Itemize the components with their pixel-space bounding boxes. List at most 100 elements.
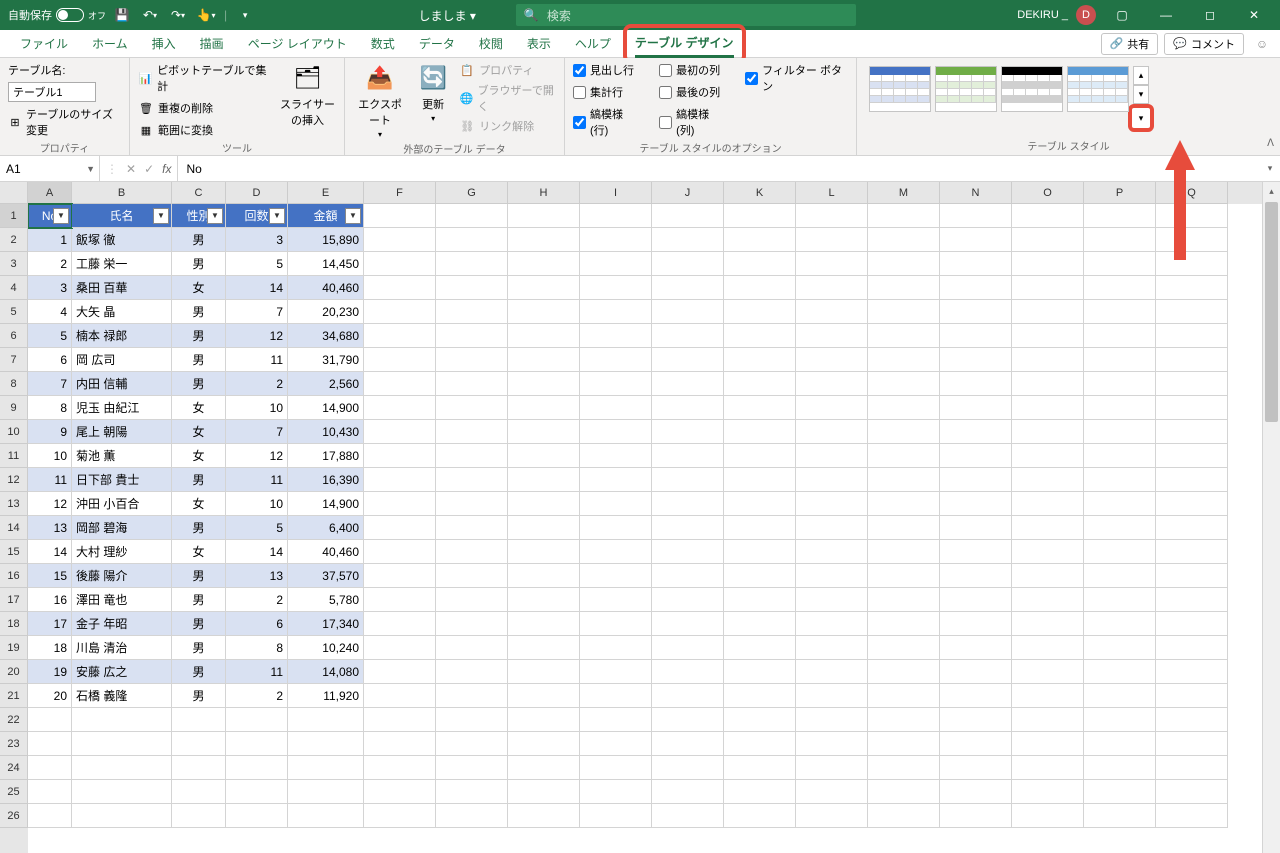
data-cell[interactable]: 6,400 [288,516,364,540]
empty-cell[interactable] [436,396,508,420]
formula-input[interactable]: No [178,156,1260,181]
data-cell[interactable]: 40,460 [288,276,364,300]
empty-cell[interactable] [796,612,868,636]
empty-cell[interactable] [940,492,1012,516]
column-header[interactable]: A [28,182,72,204]
data-cell[interactable]: 女 [172,444,226,468]
data-cell[interactable]: 女 [172,420,226,444]
data-cell[interactable]: 男 [172,588,226,612]
empty-cell[interactable] [940,204,1012,228]
empty-cell[interactable] [1156,324,1228,348]
empty-cell[interactable] [1084,636,1156,660]
empty-cell[interactable] [796,252,868,276]
empty-cell[interactable] [1012,468,1084,492]
data-cell[interactable]: 岡部 碧海 [72,516,172,540]
empty-cell[interactable] [724,684,796,708]
empty-cell[interactable] [1084,612,1156,636]
empty-cell[interactable] [1084,684,1156,708]
empty-cell[interactable] [652,732,724,756]
empty-cell[interactable] [724,204,796,228]
empty-cell[interactable] [1012,708,1084,732]
empty-cell[interactable] [436,276,508,300]
empty-cell[interactable] [436,492,508,516]
data-cell[interactable]: 2 [226,684,288,708]
empty-cell[interactable] [1012,732,1084,756]
empty-cell[interactable] [868,516,940,540]
filter-dropdown-icon[interactable]: ▼ [345,208,361,224]
empty-cell[interactable] [652,420,724,444]
empty-cell[interactable] [1012,780,1084,804]
empty-cell[interactable] [364,612,436,636]
empty-cell[interactable] [940,420,1012,444]
table-style-option[interactable] [1067,66,1129,112]
empty-cell[interactable] [508,492,580,516]
empty-cell[interactable] [364,324,436,348]
empty-cell[interactable] [364,396,436,420]
empty-cell[interactable] [724,636,796,660]
empty-cell[interactable] [508,612,580,636]
empty-cell[interactable] [1012,492,1084,516]
data-cell[interactable]: 男 [172,612,226,636]
empty-cell[interactable] [508,420,580,444]
empty-cell[interactable] [652,468,724,492]
cells-area[interactable]: No▼氏名▼性別▼回数▼金額▼1飯塚 徹男315,8902工藤 栄一男514,4… [28,204,1262,828]
empty-cell[interactable] [364,300,436,324]
data-cell[interactable]: 5 [226,252,288,276]
row-header[interactable]: 17 [0,588,28,612]
data-cell[interactable]: 男 [172,252,226,276]
empty-cell[interactable] [508,780,580,804]
data-cell[interactable]: 3 [28,276,72,300]
data-cell[interactable]: 5 [28,324,72,348]
empty-cell[interactable] [436,684,508,708]
empty-cell[interactable] [796,420,868,444]
data-cell[interactable]: 大村 理紗 [72,540,172,564]
column-header[interactable]: P [1084,182,1156,204]
empty-cell[interactable] [868,444,940,468]
row-header[interactable]: 5 [0,300,28,324]
empty-cell[interactable] [652,348,724,372]
empty-cell[interactable] [436,252,508,276]
data-cell[interactable]: 男 [172,516,226,540]
data-cell[interactable]: 16,390 [288,468,364,492]
empty-cell[interactable] [868,660,940,684]
empty-cell[interactable] [868,420,940,444]
empty-cell[interactable] [652,372,724,396]
empty-cell[interactable] [1012,660,1084,684]
empty-cell[interactable] [796,756,868,780]
tab-data[interactable]: データ [407,30,467,58]
row-header[interactable]: 23 [0,732,28,756]
empty-cell[interactable] [364,348,436,372]
empty-cell[interactable] [724,756,796,780]
empty-cell[interactable] [940,516,1012,540]
row-header[interactable]: 13 [0,492,28,516]
first-col-checkbox[interactable]: 最初の列 [659,62,727,78]
empty-cell[interactable] [940,444,1012,468]
empty-cell[interactable] [436,660,508,684]
empty-cell[interactable] [868,804,940,828]
empty-cell[interactable] [508,588,580,612]
empty-cell[interactable] [364,420,436,444]
table-header-cell[interactable]: 性別▼ [172,204,226,228]
empty-cell[interactable] [364,804,436,828]
empty-cell[interactable] [508,300,580,324]
qat-customize-icon[interactable]: ▾ [233,3,257,27]
data-cell[interactable]: 12 [226,324,288,348]
data-cell[interactable]: 男 [172,468,226,492]
empty-cell[interactable] [508,540,580,564]
empty-cell[interactable] [1156,204,1228,228]
data-cell[interactable]: 工藤 栄一 [72,252,172,276]
data-cell[interactable]: 7 [226,420,288,444]
empty-cell[interactable] [436,756,508,780]
empty-cell[interactable] [724,324,796,348]
empty-cell[interactable] [580,492,652,516]
empty-cell[interactable] [1012,540,1084,564]
data-cell[interactable]: 40,460 [288,540,364,564]
data-cell[interactable]: 14,080 [288,660,364,684]
empty-cell[interactable] [1012,204,1084,228]
empty-cell[interactable] [1156,516,1228,540]
data-cell[interactable]: 桑田 百華 [72,276,172,300]
data-cell[interactable]: 男 [172,300,226,324]
row-header[interactable]: 1 [0,204,28,228]
empty-cell[interactable] [1156,804,1228,828]
empty-cell[interactable] [868,756,940,780]
